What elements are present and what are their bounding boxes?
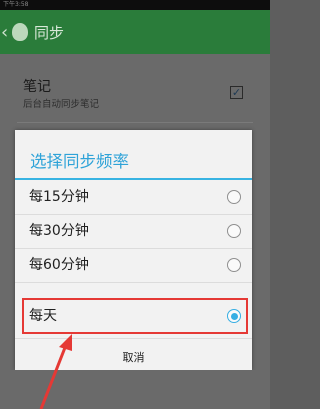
evernote-logo-icon[interactable] (12, 23, 28, 41)
option-60min[interactable]: 每60分钟 (15, 249, 252, 282)
status-bar: 下午3:58 (0, 0, 270, 10)
sync-frequency-dialog: 选择同步频率 每15分钟 每30分钟 每60分钟 每天 取消 (15, 130, 252, 370)
radio-button-icon[interactable] (227, 190, 241, 204)
setting-title: 笔记 (23, 79, 51, 95)
back-arrow-icon[interactable]: ‹ (1, 22, 10, 43)
checkbox-icon[interactable]: ✓ (230, 86, 243, 99)
setting-row-notes[interactable]: 笔记 后台自动同步笔记 ✓ (23, 76, 253, 116)
status-time: 下午3:58 (3, 1, 29, 8)
option-label: 每30分钟 (29, 223, 89, 239)
page-title: 同步 (34, 23, 65, 42)
screen-overlay (0, 370, 270, 409)
highlight-box (22, 298, 248, 334)
radio-button-icon[interactable] (227, 258, 241, 272)
radio-button-icon[interactable] (227, 224, 241, 238)
divider (15, 282, 252, 283)
divider (17, 122, 253, 123)
option-label: 每60分钟 (29, 257, 89, 273)
setting-subtitle: 后台自动同步笔记 (23, 99, 100, 110)
option-30min[interactable]: 每30分钟 (15, 215, 252, 248)
dialog-title-divider (15, 178, 252, 180)
cancel-button[interactable]: 取消 (15, 346, 252, 370)
app-bar: ‹ 同步 (0, 10, 270, 54)
dialog-title: 选择同步频率 (30, 152, 129, 171)
option-15min[interactable]: 每15分钟 (15, 181, 252, 214)
divider (15, 338, 252, 339)
option-label: 每15分钟 (29, 189, 89, 205)
